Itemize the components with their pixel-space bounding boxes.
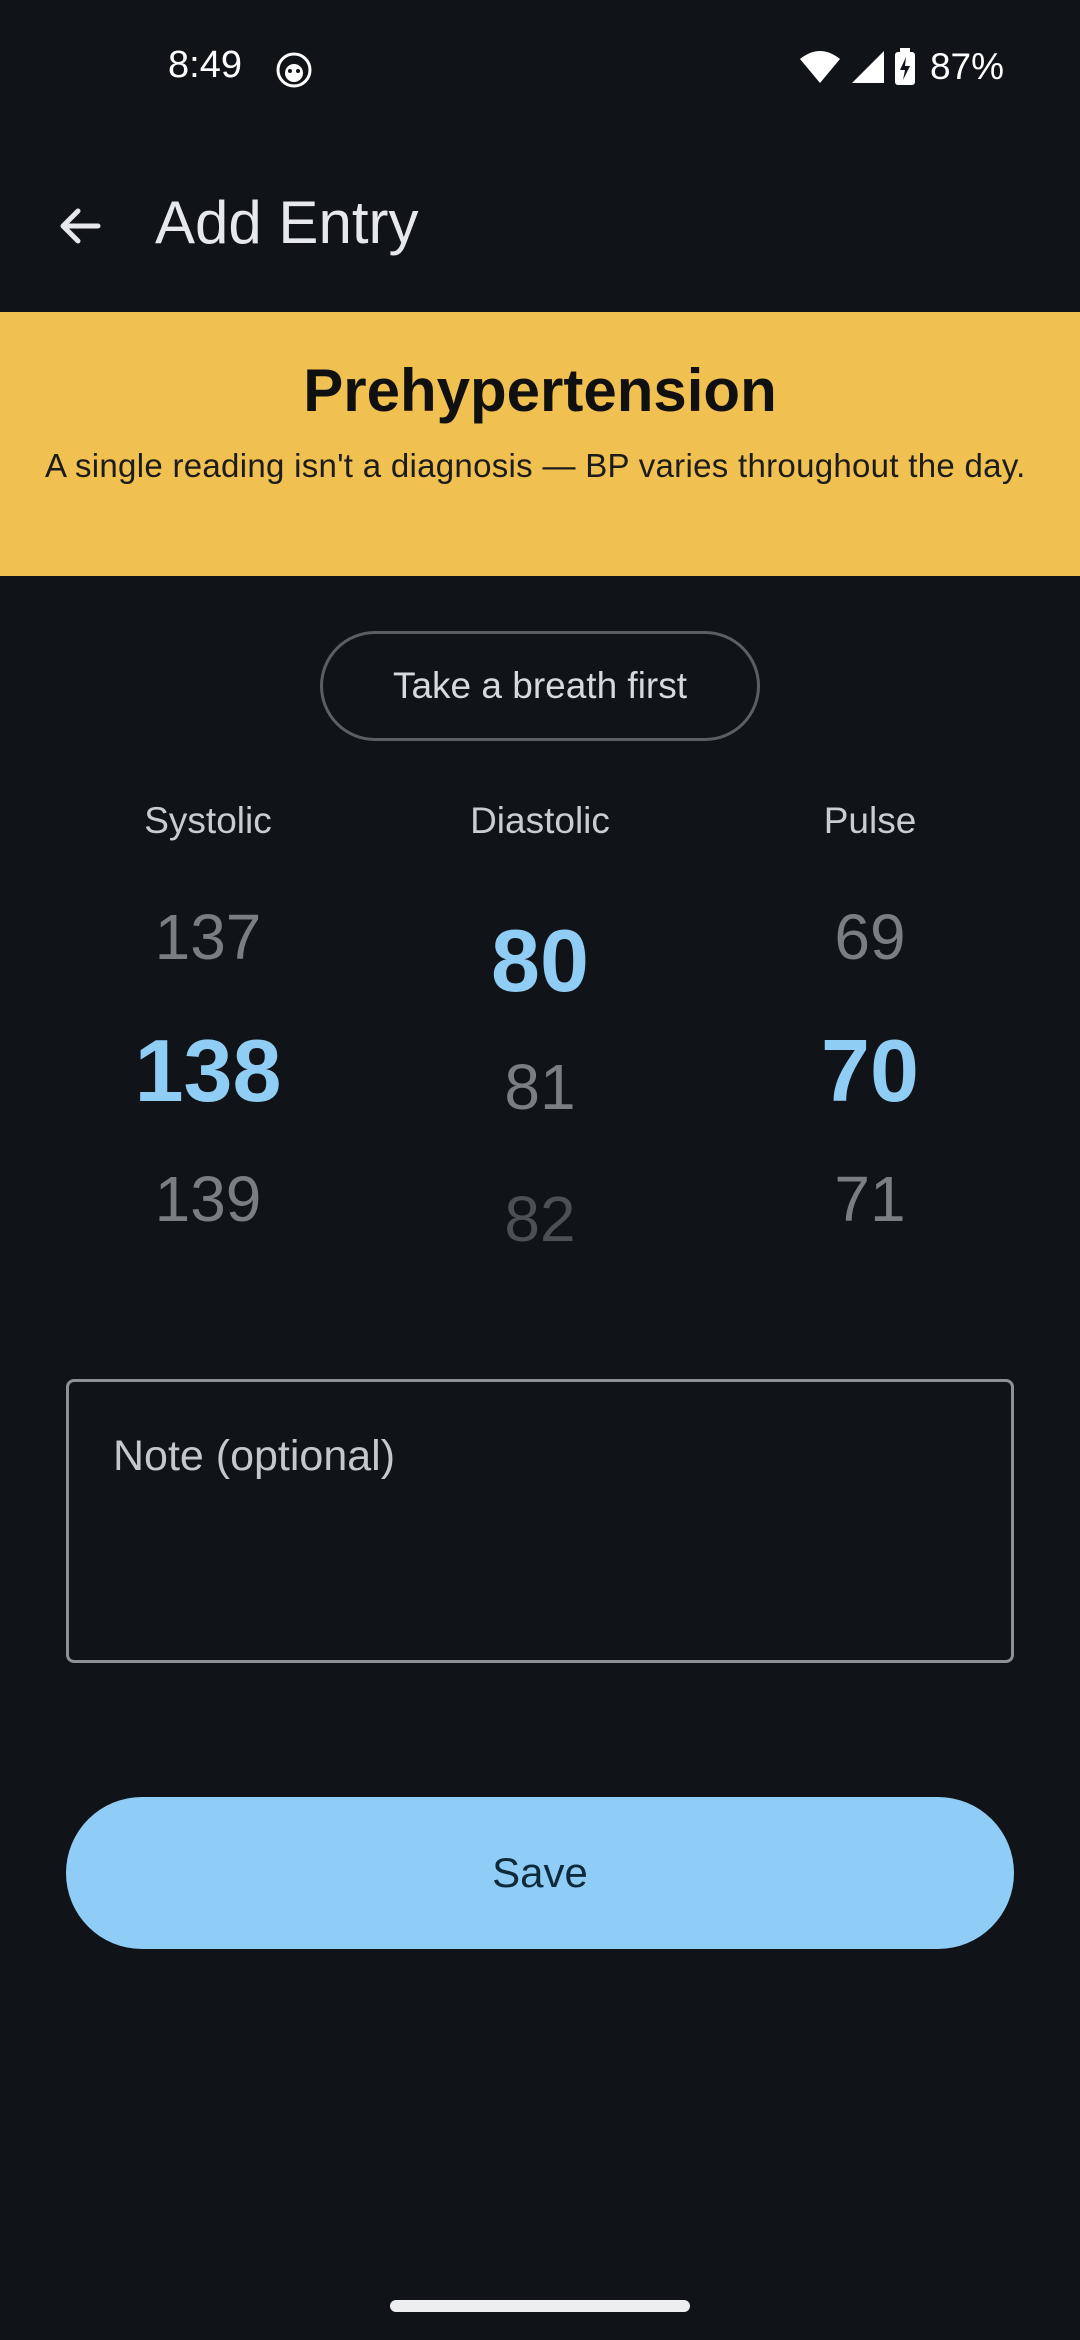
add-entry-screen: 8:49 87% Add Entry Prehypertension A sin…: [0, 0, 1080, 2340]
pulse-value-above: 69: [834, 901, 906, 973]
systolic-value-above: 137: [154, 901, 262, 973]
battery-percent: 87%: [929, 46, 1004, 87]
systolic-value-selected: 138: [134, 1021, 282, 1120]
top-app-bar: Add Entry: [0, 140, 1080, 312]
bp-category-message: A single reading isn't a diagnosis — BP …: [45, 447, 1026, 484]
arrow-back-icon: [60, 208, 101, 244]
pulse-label: Pulse: [823, 800, 917, 841]
pulse-value-below: 71: [834, 1163, 906, 1235]
systolic-label: Systolic: [144, 800, 272, 841]
diastolic-label: Diastolic: [470, 800, 610, 841]
page-title: Add Entry: [155, 189, 419, 256]
systolic-picker[interactable]: 137 138 139: [58, 880, 358, 1260]
diastolic-value-below: 81: [504, 1051, 576, 1123]
save-button[interactable]: Save: [66, 1797, 1014, 1949]
bp-category-title: Prehypertension: [303, 357, 777, 424]
diastolic-value-selected: 80: [491, 911, 589, 1010]
cell-signal-icon: [851, 51, 884, 83]
battery-charging-icon: [894, 48, 915, 85]
status-time: 8:49: [168, 44, 242, 86]
pulse-picker[interactable]: 69 70 71: [720, 880, 1020, 1260]
bp-category-banner: Prehypertension A single reading isn't a…: [0, 312, 1080, 576]
diastolic-picker[interactable]: 80 81 82: [390, 880, 690, 1260]
systolic-value-below: 139: [154, 1163, 262, 1235]
note-placeholder: Note (optional): [113, 1432, 396, 1480]
status-bar: 8:49 87%: [0, 0, 1080, 140]
diastolic-value-below-2: 82: [504, 1183, 576, 1255]
home-indicator[interactable]: [390, 2300, 690, 2312]
take-a-breath-button[interactable]: Take a breath first: [320, 631, 760, 741]
note-field[interactable]: Note (optional): [66, 1379, 1014, 1663]
status-icons: 87%: [798, 46, 1004, 88]
back-button[interactable]: [40, 186, 120, 266]
app-notification-icon: [276, 52, 312, 88]
wifi-icon: [799, 51, 840, 83]
pulse-value-selected: 70: [821, 1021, 919, 1120]
